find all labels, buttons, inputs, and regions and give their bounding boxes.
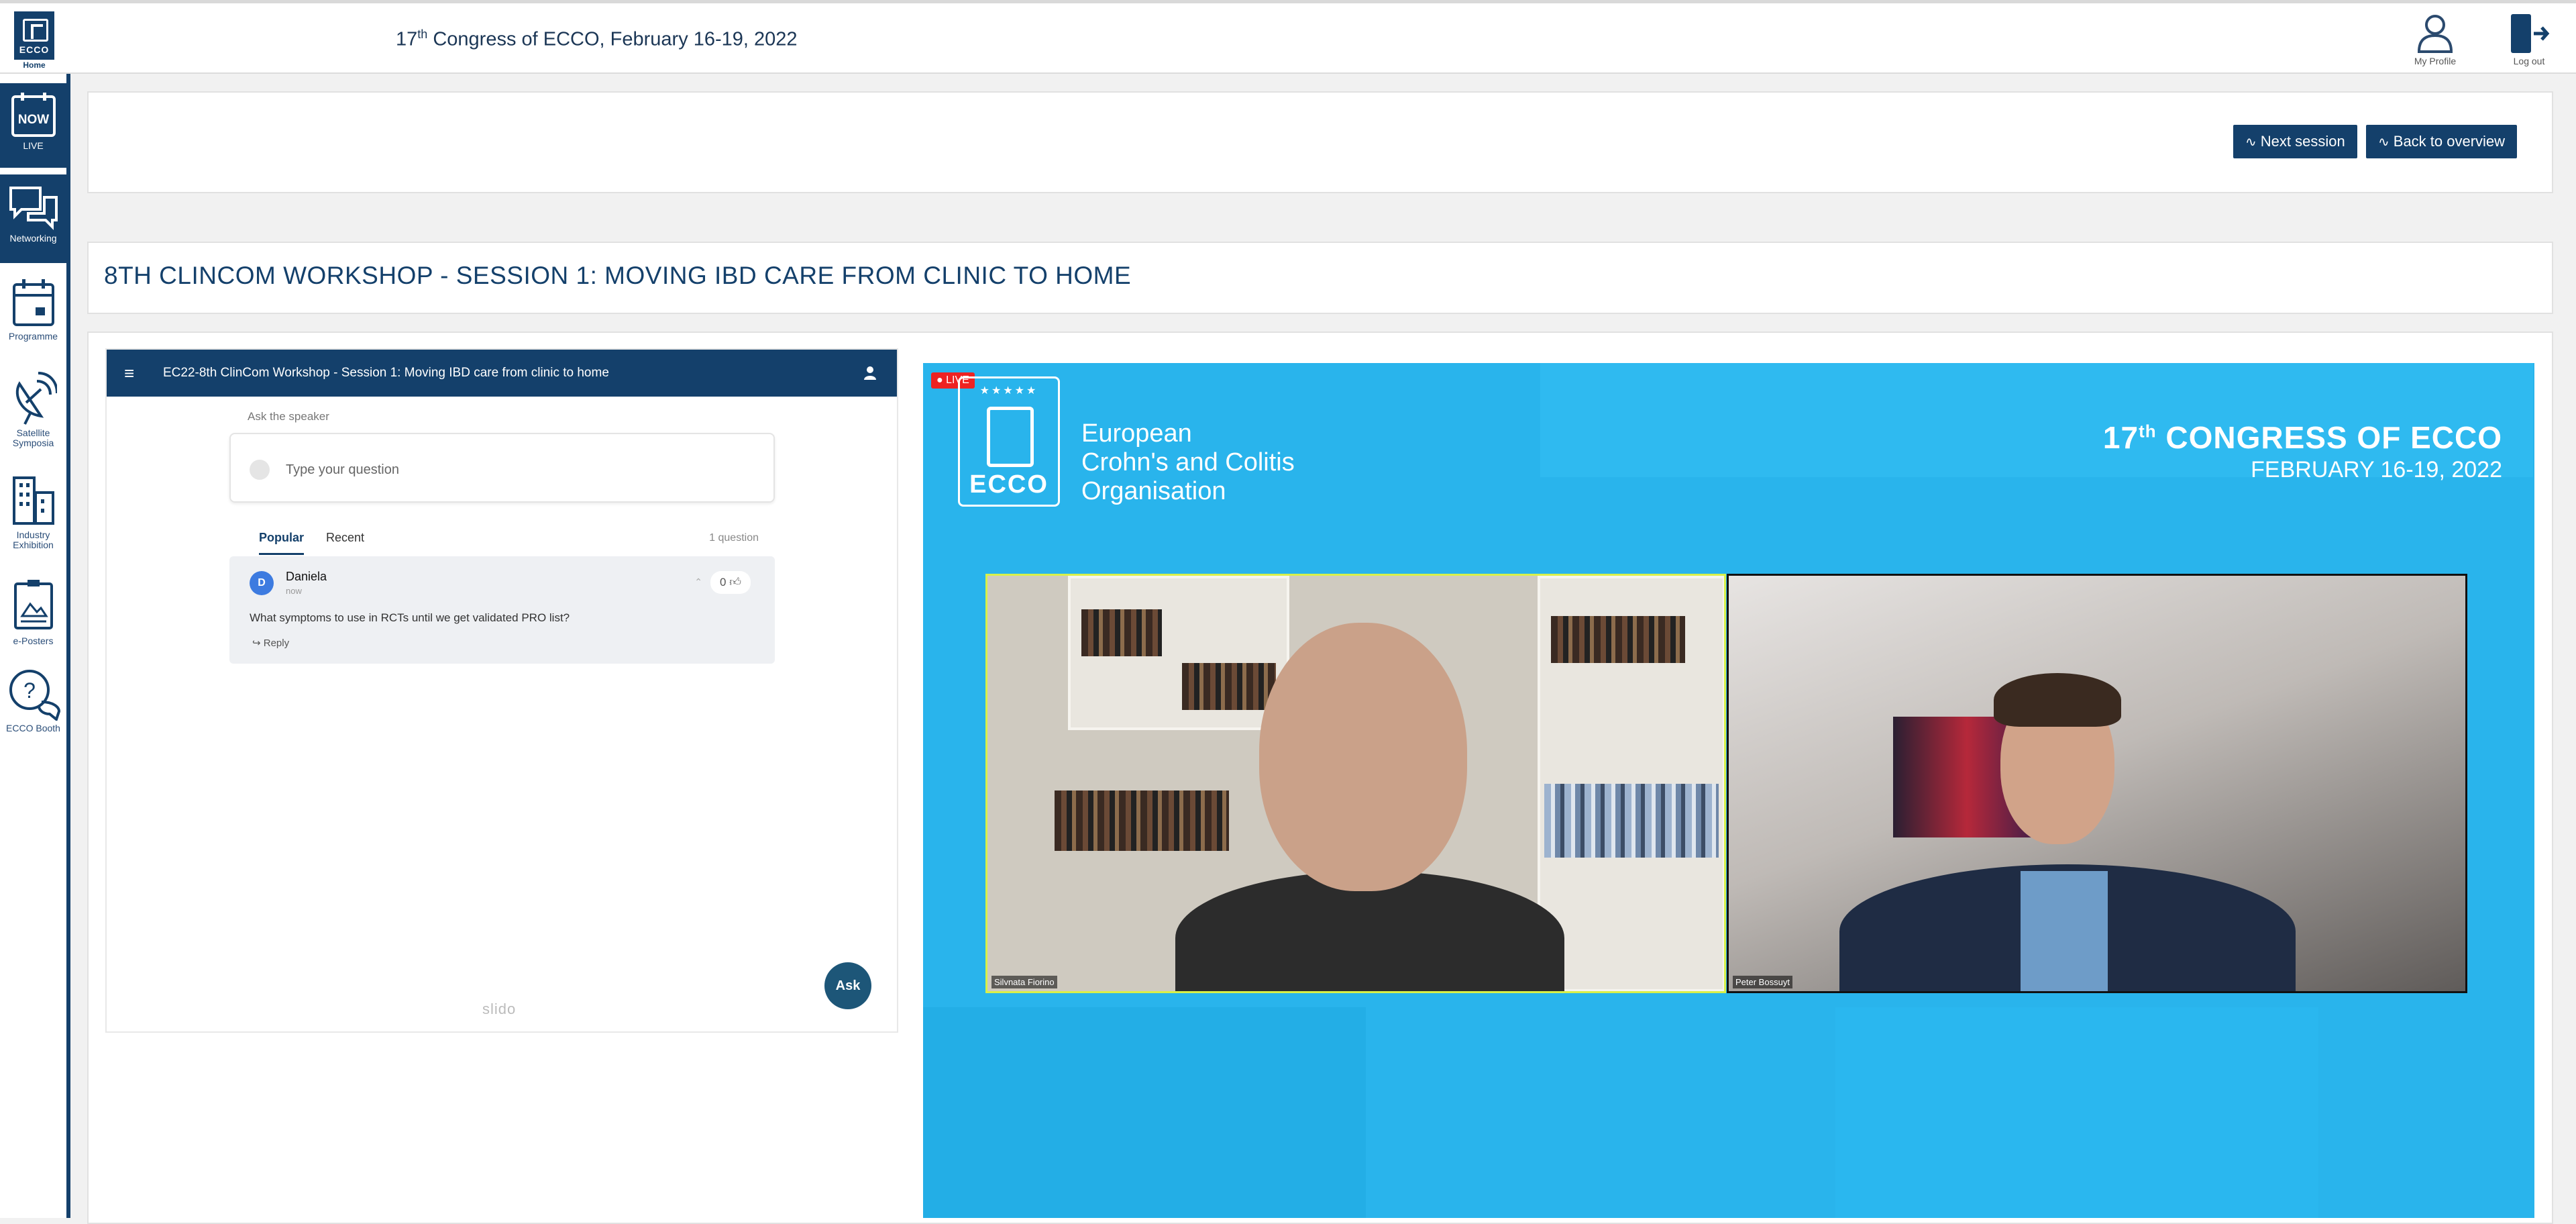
ask-button[interactable]: Ask — [824, 962, 871, 1009]
reply-button[interactable]: ↪ Reply — [252, 637, 289, 649]
avatar: D — [250, 571, 274, 595]
speaker-name-1: Silvnata Fiorino — [991, 976, 1057, 988]
thumbs-up-icon: 👍︎ — [729, 576, 741, 589]
session-title: 8TH CLINCOM WORKSHOP - SESSION 1: MOVING… — [104, 262, 1132, 289]
slido-widget: ≡ EC22-8th ClinCom Workshop - Session 1:… — [105, 348, 898, 1033]
my-profile-label: My Profile — [2414, 56, 2457, 66]
pulse-icon: ∿ — [2378, 135, 2390, 150]
poster-board-icon — [13, 580, 53, 629]
speaker-name-2: Peter Bossuyt — [1733, 976, 1792, 988]
question-time: now — [286, 586, 302, 596]
pulse-icon: ∿ — [2245, 135, 2257, 150]
sidebar-item-programme[interactable]: Programme — [0, 275, 66, 362]
calendar-icon — [12, 279, 54, 326]
ask-the-speaker-label: Ask the speaker — [248, 410, 329, 423]
sidebar-item-ecco-booth[interactable]: ? ECCO Booth — [0, 667, 66, 768]
speaker-video-1: Silvnata Fiorino — [985, 574, 1726, 993]
home-logo[interactable]: ECCO Home — [12, 11, 56, 73]
question-author: Daniela — [286, 570, 327, 583]
sidebar-item-e-posters[interactable]: e-Posters — [0, 577, 66, 664]
question-count: 1 question — [709, 532, 759, 544]
log-out-button[interactable]: Log out — [2499, 13, 2559, 66]
session-actions-panel — [87, 91, 2553, 193]
question-input-box — [229, 433, 775, 503]
slido-event-name: EC22-8th ClinCom Workshop - Session 1: M… — [163, 366, 609, 380]
hamburger-menu-icon[interactable]: ≡ — [124, 364, 134, 382]
sidebar-item-label: Satellite Symposia — [12, 427, 54, 448]
question-card: D Daniela now ⌃ 0 👍︎ What symptoms to us… — [229, 556, 775, 664]
my-profile-button[interactable]: My Profile — [2405, 13, 2465, 66]
logo-text: ECCO — [19, 44, 50, 55]
tab-popular[interactable]: Popular — [259, 531, 305, 555]
ecco-logo-icon: ECCO — [14, 11, 54, 60]
svg-text:NOW: NOW — [17, 113, 49, 127]
sidebar-item-networking[interactable]: Networking — [0, 174, 66, 263]
congress-title: 17th Congress of ECCO, February 16-19, 2… — [396, 28, 798, 50]
satellite-dish-icon — [15, 372, 57, 425]
sidebar-item-label: Networking — [9, 233, 57, 244]
chat-bubbles-icon — [9, 187, 58, 230]
question-tabs: Popular Recent 1 question — [229, 525, 775, 556]
slido-logo: slido — [482, 1001, 517, 1017]
question-text: What symptoms to use in RCTs until we ge… — [250, 611, 570, 624]
tab-recent[interactable]: Recent — [326, 531, 364, 553]
ecco-logo: ★★★★★ ECCO — [958, 376, 1060, 507]
organisation-name: European Crohn's and Colitis Organisatio… — [1081, 419, 1295, 505]
next-session-button[interactable]: ∿ Next session — [2233, 125, 2357, 158]
congress-banner: 17th CONGRESS OF ECCO FEBRUARY 16-19, 20… — [2102, 420, 2502, 482]
log-out-icon — [2511, 14, 2550, 53]
chevron-up-icon[interactable]: ⌃ — [694, 576, 702, 588]
sidebar-item-satellite-symposia[interactable]: Satellite Symposia — [0, 369, 66, 470]
sidebar-item-label: Industry Exhibition — [13, 529, 54, 550]
sidebar-item-live[interactable]: NOW LIVE — [0, 83, 66, 168]
home-label: Home — [23, 60, 46, 70]
like-button[interactable]: 0 👍︎ — [710, 571, 751, 594]
svg-text:?: ? — [23, 678, 36, 703]
sidebar-item-label: Programme — [8, 331, 58, 342]
sidebar-item-label: ECCO Booth — [6, 723, 60, 733]
question-bubbles-icon: ? — [9, 670, 60, 721]
user-icon — [2417, 15, 2453, 53]
left-sidebar: NOW LIVE Networking Programme Satellite … — [0, 74, 70, 1218]
buildings-icon — [12, 476, 54, 525]
live-video-player[interactable]: ● LIVE ★★★★★ ECCO European Crohn's and C… — [923, 363, 2534, 1218]
reply-arrow-icon: ↪ — [252, 638, 264, 649]
anonymous-avatar-icon — [250, 460, 270, 480]
speaker-video-2: Peter Bossuyt — [1727, 574, 2467, 993]
top-header: ECCO Home 17th Congress of ECCO, Februar… — [0, 0, 2576, 74]
slido-header: ≡ EC22-8th ClinCom Workshop - Session 1:… — [107, 350, 897, 397]
sidebar-item-label: e-Posters — [13, 635, 54, 646]
back-to-overview-button[interactable]: ∿ Back to overview — [2366, 125, 2518, 158]
question-input[interactable] — [286, 458, 742, 481]
account-icon[interactable] — [863, 366, 877, 380]
sidebar-item-industry-exhibition[interactable]: Industry Exhibition — [0, 474, 66, 574]
log-out-label: Log out — [2513, 56, 2545, 66]
sidebar-item-label: LIVE — [23, 140, 44, 151]
now-calendar-icon: NOW — [11, 93, 56, 137]
